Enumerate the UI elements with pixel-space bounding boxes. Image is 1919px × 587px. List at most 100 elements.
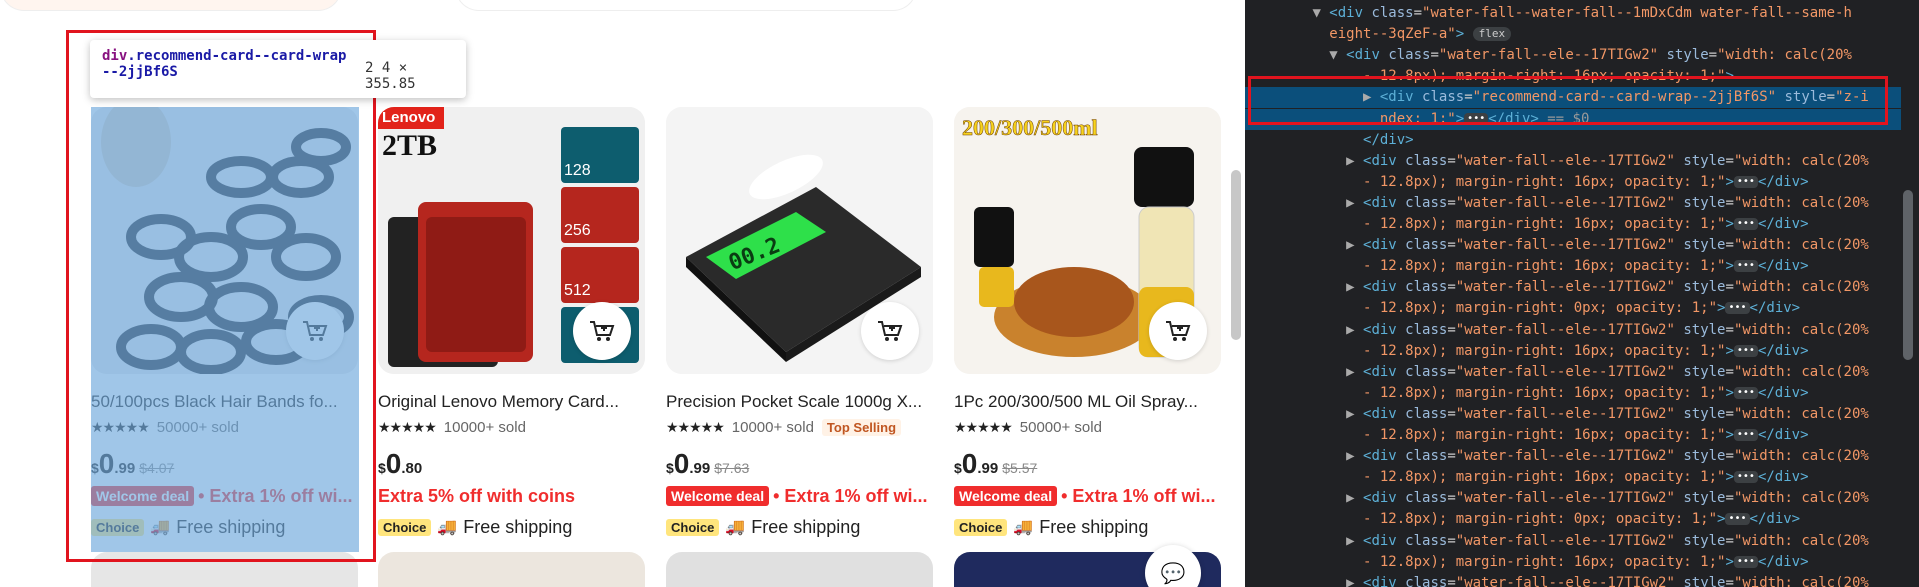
- ellipsis-icon[interactable]: •••: [1725, 513, 1750, 526]
- ellipsis-icon[interactable]: •••: [1733, 260, 1758, 273]
- product-image[interactable]: Lenovo 2TB 128 256 512: [378, 107, 645, 374]
- flex-badge[interactable]: flex: [1472, 27, 1512, 42]
- page-scrollbar[interactable]: [1225, 0, 1245, 587]
- code-token: - 12.8px); margin-right: 16px; opacity: …: [1363, 342, 1726, 359]
- code-token: =: [1447, 237, 1456, 254]
- ellipsis-icon[interactable]: •••: [1733, 175, 1758, 188]
- ellipsis-icon[interactable]: •••: [1733, 344, 1758, 357]
- product-card[interactable]: Lenovo 2TB 128 256 512 Original Lenovo M…: [378, 107, 645, 540]
- dom-node-line[interactable]: ▶ <div class="water-fall--ele--17TIGw2" …: [1245, 573, 1901, 587]
- dom-node-line[interactable]: ▼ <div class="water-fall--water-fall--1m…: [1245, 3, 1901, 24]
- price-integer: 0: [673, 448, 690, 479]
- arrow-spacer: [1346, 216, 1363, 232]
- arrow-spacer: [1346, 174, 1363, 190]
- dom-node-line[interactable]: - 12.8px); margin-right: 16px; opacity: …: [1245, 467, 1901, 488]
- expand-arrow-icon[interactable]: ▶: [1346, 448, 1363, 464]
- code-token: "width: calc(20%: [1733, 532, 1869, 549]
- price: $0.80: [378, 448, 645, 479]
- add-to-cart-button[interactable]: [573, 302, 631, 360]
- expand-arrow-icon[interactable]: ▶: [1346, 237, 1363, 253]
- code-token: >: [1725, 342, 1734, 359]
- dom-node-line[interactable]: </div>: [1245, 130, 1901, 151]
- price-decimal: .99: [689, 460, 711, 477]
- tooltip-size: 2 4 × 355.85: [365, 60, 416, 92]
- code-token: <div: [1363, 448, 1406, 465]
- code-token: class: [1405, 279, 1448, 296]
- original-price: $7.63: [714, 460, 750, 476]
- product-image[interactable]: 200/300/500ml: [954, 107, 1221, 374]
- add-to-cart-button[interactable]: [1149, 302, 1207, 360]
- ellipsis-icon[interactable]: •••: [1733, 386, 1758, 399]
- annotation-box: [66, 30, 376, 562]
- dom-node-line[interactable]: ▶ <div class="water-fall--ele--17TIGw2" …: [1245, 531, 1901, 552]
- product-title[interactable]: Precision Pocket Scale 1000g X...: [666, 392, 933, 412]
- code-token: "width: calc(20%: [1733, 405, 1869, 422]
- ellipsis-icon[interactable]: •••: [1733, 471, 1758, 484]
- dom-node-line[interactable]: - 12.8px); margin-right: 16px; opacity: …: [1245, 172, 1901, 193]
- devtools-scrollbar-thumb[interactable]: [1903, 190, 1913, 360]
- expand-arrow-icon[interactable]: ▶: [1346, 533, 1363, 549]
- dom-node-line[interactable]: - 12.8px); margin-right: 16px; opacity: …: [1245, 341, 1901, 362]
- ellipsis-icon[interactable]: •••: [1725, 302, 1750, 315]
- code-token: class: [1405, 194, 1448, 211]
- code-token: class: [1371, 5, 1414, 21]
- product-card-partial[interactable]: [666, 552, 933, 587]
- page-scrollbar-thumb[interactable]: [1231, 170, 1241, 340]
- dom-node-line[interactable]: ▶ <div class="water-fall--ele--17TIGw2" …: [1245, 320, 1901, 341]
- dom-node-line[interactable]: - 12.8px); margin-right: 16px; opacity: …: [1245, 256, 1901, 277]
- capacity-label: 2TB: [382, 129, 438, 162]
- expand-arrow-icon[interactable]: ▶: [1346, 364, 1363, 380]
- dom-node-line[interactable]: eight--3qZeF-a"> flex: [1245, 24, 1901, 45]
- dom-node-line[interactable]: - 12.8px); margin-right: 16px; opacity: …: [1245, 425, 1901, 446]
- product-image[interactable]: 00.2: [666, 107, 933, 374]
- expand-arrow-icon[interactable]: ▶: [1346, 322, 1363, 338]
- product-title[interactable]: Original Lenovo Memory Card...: [378, 392, 645, 412]
- code-token: "water-fall--ele--17TIGw2": [1455, 405, 1684, 422]
- code-token: "water-fall--ele--17TIGw2": [1455, 237, 1684, 254]
- product-card[interactable]: 200/300/500ml 1Pc 200/300/500 ML Oil Spr…: [954, 107, 1221, 540]
- ellipsis-icon[interactable]: •••: [1733, 429, 1758, 441]
- arrow-spacer: [1346, 427, 1363, 443]
- dom-node-line[interactable]: ▶ <div class="water-fall--ele--17TIGw2" …: [1245, 362, 1901, 383]
- product-card-partial[interactable]: [378, 552, 645, 587]
- code-token: =: [1725, 532, 1734, 549]
- dom-node-line[interactable]: - 12.8px); margin-right: 0px; opacity: 1…: [1245, 509, 1901, 530]
- dom-node-line[interactable]: - 12.8px); margin-right: 16px; opacity: …: [1245, 383, 1901, 404]
- ellipsis-icon[interactable]: •••: [1733, 218, 1758, 230]
- add-to-cart-button[interactable]: [861, 302, 919, 360]
- product-card[interactable]: 00.2 Precision Pocket Scale 1000g X... ★…: [666, 107, 933, 540]
- dom-node-line[interactable]: ▶ <div class="water-fall--ele--17TIGw2" …: [1245, 235, 1901, 256]
- dom-node-line[interactable]: - 12.8px); margin-right: 16px; opacity: …: [1245, 552, 1901, 573]
- code-token: style: [1683, 490, 1726, 507]
- dom-node-line[interactable]: ▶ <div class="water-fall--ele--17TIGw2" …: [1245, 404, 1901, 425]
- expand-arrow-icon[interactable]: ▶: [1346, 153, 1363, 169]
- code-token: =: [1725, 574, 1734, 587]
- collapse-arrow-icon[interactable]: ▼: [1329, 47, 1346, 63]
- ellipsis-icon[interactable]: •••: [1733, 555, 1758, 568]
- expand-arrow-icon[interactable]: ▶: [1346, 406, 1363, 422]
- code-token: "width: calc(20%: [1733, 237, 1869, 254]
- dom-node-line[interactable]: ▶ <div class="water-fall--ele--17TIGw2" …: [1245, 277, 1901, 298]
- dom-node-line[interactable]: ▶ <div class="water-fall--ele--17TIGw2" …: [1245, 446, 1901, 467]
- collapse-arrow-icon[interactable]: ▼: [1312, 5, 1329, 21]
- expand-arrow-icon[interactable]: ▶: [1346, 575, 1363, 587]
- code-token: "width: calc(20%: [1733, 574, 1869, 587]
- dom-node-line[interactable]: ▶ <div class="water-fall--ele--17TIGw2" …: [1245, 151, 1901, 172]
- dom-node-line[interactable]: - 12.8px); margin-right: 0px; opacity: 1…: [1245, 298, 1901, 319]
- code-token: <div: [1363, 532, 1406, 549]
- dom-node-line[interactable]: ▶ <div class="water-fall--ele--17TIGw2" …: [1245, 488, 1901, 509]
- dom-node-line[interactable]: - 12.8px); margin-right: 16px; opacity: …: [1245, 214, 1901, 235]
- welcome-deal-badge: Welcome deal: [954, 486, 1058, 506]
- dom-node-line[interactable]: ▶ <div class="water-fall--ele--17TIGw2" …: [1245, 193, 1901, 214]
- expand-arrow-icon[interactable]: ▶: [1346, 490, 1363, 506]
- expand-arrow-icon[interactable]: ▶: [1346, 279, 1363, 295]
- expand-arrow-icon[interactable]: ▶: [1346, 195, 1363, 211]
- code-token: "water-fall--water-fall--1mDxCdm water-f…: [1422, 5, 1852, 21]
- dom-node-line[interactable]: ▼ <div class="water-fall--ele--17TIGw2" …: [1245, 45, 1901, 66]
- code-token: </div>: [1757, 384, 1809, 401]
- code-token: </div>: [1757, 216, 1809, 232]
- product-title[interactable]: 1Pc 200/300/500 ML Oil Spray...: [954, 392, 1221, 412]
